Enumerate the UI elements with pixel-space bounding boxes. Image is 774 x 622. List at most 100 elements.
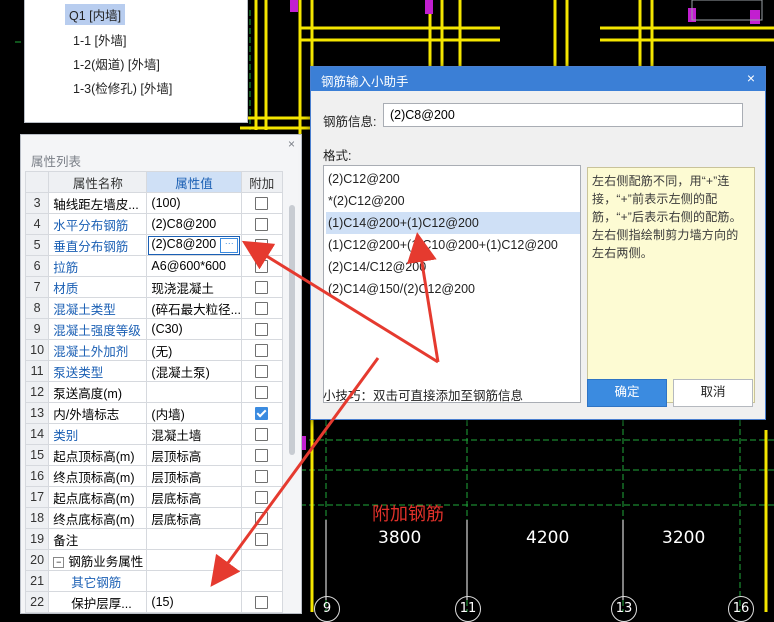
add-cell	[240, 528, 283, 550]
column-header-value[interactable]: 属性值	[146, 171, 242, 193]
table-row[interactable]: 16 终点顶标高(m) 层顶标高	[24, 465, 283, 487]
table-row[interactable]: 21 其它钢筋	[24, 570, 283, 592]
format-label: 格式:	[323, 149, 352, 163]
format-item[interactable]: (2)C14@150/(2)C12@200	[326, 278, 580, 300]
cancel-button[interactable]: 取消	[673, 379, 753, 407]
table-row[interactable]: 14 类别 混凝土墙	[24, 423, 283, 445]
add-cell	[240, 444, 283, 466]
add-checkbox[interactable]	[255, 407, 269, 421]
help-box: 左右侧配筋不同，用“+”连接，“+”前表示左侧的配筋，“+”后表示右侧的配筋。左…	[587, 167, 755, 403]
panel-title: 属性列表	[31, 155, 82, 169]
property-value[interactable]: (碎石最大粒径...	[146, 297, 242, 319]
table-row[interactable]: 3 轴线距左墙皮... (100)	[24, 192, 283, 214]
add-checkbox[interactable]	[255, 260, 269, 274]
more-options-button[interactable]: ···	[220, 237, 239, 253]
format-item[interactable]: (1)C12@200+(1)C10@200+(1)C12@200	[326, 234, 580, 256]
property-value[interactable]: 层顶标高	[146, 444, 242, 466]
add-checkbox[interactable]	[255, 281, 269, 295]
table-row[interactable]: 8 混凝土类型 (碎石最大粒径...	[24, 297, 283, 319]
property-value[interactable]: 层底标高	[146, 486, 242, 508]
property-value[interactable]: (2)C8@200 ···	[146, 234, 242, 256]
property-value-text: (15)	[151, 595, 174, 609]
column-header-name[interactable]: 属性名称	[48, 171, 148, 193]
format-item-selected[interactable]: (1)C14@200+(1)C12@200	[326, 212, 580, 234]
add-cell	[240, 402, 283, 424]
property-value[interactable]: 层顶标高	[146, 465, 242, 487]
property-value[interactable]: (100)	[146, 192, 242, 214]
add-checkbox[interactable]	[255, 302, 269, 316]
add-checkbox[interactable]	[255, 596, 269, 610]
property-value[interactable]: (C30)	[146, 318, 242, 340]
dialog-titlebar[interactable]: 钢筋输入小助手 ×	[311, 67, 765, 91]
table-row[interactable]: 6 拉筋 A6@600*600	[24, 255, 283, 277]
scrollbar[interactable]	[289, 205, 295, 455]
add-checkbox[interactable]	[255, 533, 269, 547]
property-value[interactable]: 混凝土墙	[146, 423, 242, 445]
close-icon[interactable]: ×	[288, 137, 295, 151]
property-value[interactable]	[146, 528, 242, 550]
table-row[interactable]: 9 混凝土强度等级 (C30)	[24, 318, 283, 340]
format-item[interactable]: (2)C12@200	[326, 168, 580, 190]
table-row[interactable]: 15 起点顶标高(m) 层顶标高	[24, 444, 283, 466]
add-checkbox[interactable]	[255, 428, 269, 442]
property-value[interactable]	[146, 570, 242, 592]
property-value[interactable]: (无)	[146, 339, 242, 361]
table-row[interactable]: 19 备注	[24, 528, 283, 550]
component-item[interactable]: 1-1 [外墙]	[69, 29, 131, 50]
property-name: 混凝土类型	[48, 297, 148, 319]
table-row[interactable]: 13 内/外墙标志 (内墙)	[24, 402, 283, 424]
column-header-add[interactable]: 附加	[240, 171, 283, 193]
property-value[interactable]: A6@600*600	[146, 255, 242, 277]
property-value[interactable]: (内墙)	[146, 402, 242, 424]
close-icon[interactable]: ×	[747, 70, 755, 86]
table-row[interactable]: 11 泵送类型 (混凝土泵)	[24, 360, 283, 382]
row-number: 19	[24, 528, 50, 550]
component-item[interactable]: 1-2(烟道) [外墙]	[69, 53, 164, 74]
table-row[interactable]: 17 起点底标高(m) 层底标高	[24, 486, 283, 508]
property-value[interactable]	[146, 381, 242, 403]
collapse-icon[interactable]: −	[53, 556, 65, 568]
property-name: 终点顶标高(m)	[48, 465, 148, 487]
add-cell	[240, 549, 283, 571]
property-value[interactable]: (混凝土泵)	[146, 360, 242, 382]
table-row[interactable]: 5 垂直分布钢筋 (2)C8@200 ···	[24, 234, 283, 256]
add-checkbox[interactable]	[255, 344, 269, 358]
format-list[interactable]: (2)C12@200 *(2)C12@200 (1)C14@200+(1)C12…	[323, 165, 581, 403]
table-row[interactable]: 12 泵送高度(m)	[24, 381, 283, 403]
dialog-title: 钢筋输入小助手	[321, 75, 409, 89]
table-row[interactable]: 4 水平分布钢筋 (2)C8@200	[24, 213, 283, 235]
add-checkbox[interactable]	[255, 323, 269, 337]
rebar-input-dialog: 钢筋输入小助手 × 钢筋信息: 格式: (2)C12@200 *(2)C12@2…	[310, 66, 766, 420]
add-checkbox[interactable]	[255, 470, 269, 484]
table-row[interactable]: 10 混凝土外加剂 (无)	[24, 339, 283, 361]
property-value[interactable]: (2)C8@200	[146, 213, 242, 235]
property-value[interactable]: 现浇混凝土	[146, 276, 242, 298]
format-item[interactable]: *(2)C12@200	[326, 190, 580, 212]
ok-button[interactable]: 确定	[587, 379, 667, 407]
component-item[interactable]: 1-3(检修孔) [外墙]	[69, 77, 176, 98]
property-name: 垂直分布钢筋	[48, 234, 148, 256]
add-checkbox[interactable]	[255, 365, 269, 379]
property-value[interactable]: 层底标高	[146, 507, 242, 529]
add-checkbox[interactable]	[255, 512, 269, 526]
add-checkbox[interactable]	[255, 239, 269, 253]
row-number: 10	[24, 339, 50, 361]
add-checkbox[interactable]	[255, 491, 269, 505]
property-value[interactable]: (15)	[146, 591, 242, 613]
format-item[interactable]: (2)C14/C12@200	[326, 256, 580, 278]
rebar-info-input[interactable]	[383, 103, 743, 127]
table-row[interactable]: 20− 钢筋业务属性	[24, 549, 283, 571]
component-item-q1[interactable]: Q1 [内墙]	[65, 4, 126, 25]
property-name: 混凝土强度等级	[48, 318, 148, 340]
table-row[interactable]: 18 终点底标高(m) 层底标高	[24, 507, 283, 529]
table-row[interactable]: 7 材质 现浇混凝土	[24, 276, 283, 298]
add-checkbox[interactable]	[255, 197, 269, 211]
property-name: 起点顶标高(m)	[48, 444, 148, 466]
table-row[interactable]: 22 保护层厚... (15)	[24, 591, 283, 613]
row-number: 3	[24, 192, 50, 214]
add-checkbox[interactable]	[255, 449, 269, 463]
add-checkbox[interactable]	[255, 218, 269, 232]
add-checkbox[interactable]	[255, 386, 269, 400]
property-value[interactable]	[146, 549, 242, 571]
add-cell	[240, 192, 283, 214]
